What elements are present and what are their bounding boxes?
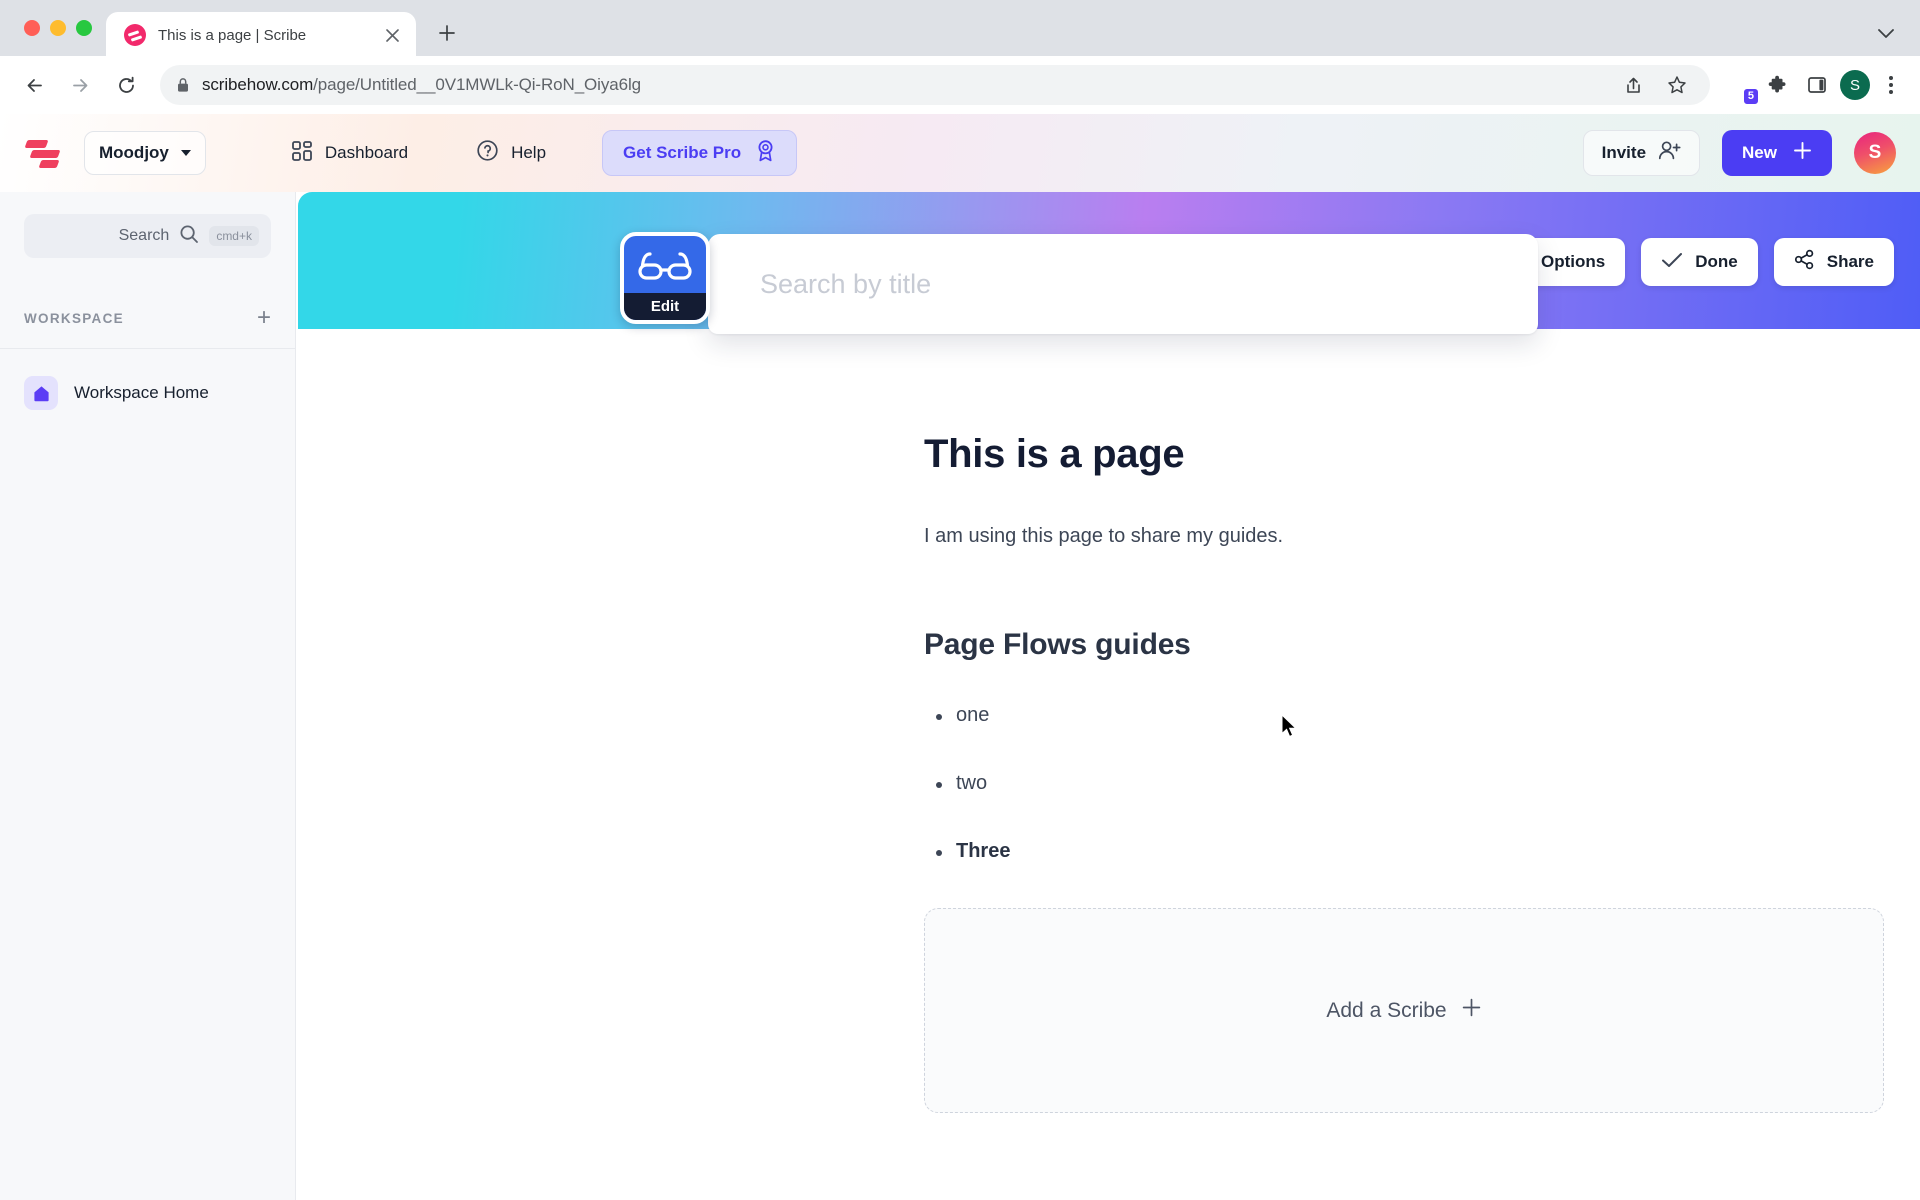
search-icon — [179, 224, 199, 249]
extension-badge-count: 5 — [1742, 88, 1759, 105]
edit-chip-label: Edit — [624, 293, 706, 320]
list-item[interactable]: two — [924, 772, 1920, 795]
banner-actions: Options Done Share — [1487, 238, 1894, 286]
get-scribe-pro-button[interactable]: Get Scribe Pro — [602, 130, 798, 176]
search-label: Search — [118, 227, 170, 244]
address-bar[interactable]: scribehow.com/page/Untitled__0V1MWLk-Qi-… — [160, 65, 1710, 105]
side-panel-icon[interactable] — [1800, 68, 1834, 102]
maximize-window-button[interactable] — [76, 20, 92, 36]
sidebar-divider — [0, 348, 295, 349]
search-input[interactable]: Search cmd+k — [24, 214, 271, 258]
user-avatar[interactable]: S — [1854, 132, 1896, 174]
get-scribe-pro-label: Get Scribe Pro — [623, 143, 742, 162]
add-a-scribe-dropzone[interactable]: Add a Scribe — [924, 908, 1884, 1113]
star-icon[interactable] — [1660, 68, 1694, 102]
invite-button[interactable]: Invite — [1582, 130, 1701, 176]
nav-dashboard-label: Dashboard — [324, 143, 409, 162]
url-path: /page/Untitled__0V1MWLk-Qi-RoN_Oiya6lg — [313, 75, 641, 94]
close-icon[interactable] — [380, 23, 404, 47]
workspace-switcher[interactable]: Moodjoy — [84, 131, 206, 175]
list-item[interactable]: one — [924, 704, 1920, 727]
new-tab-button[interactable] — [430, 16, 464, 50]
sidebar-item-label: Workspace Home — [74, 383, 209, 402]
nav-help-label: Help — [511, 143, 547, 162]
page-title[interactable]: This is a page — [924, 432, 1920, 477]
section-heading[interactable]: Page Flows guides — [924, 628, 1920, 662]
share-icon[interactable] — [1616, 68, 1650, 102]
minimize-window-button[interactable] — [50, 20, 66, 36]
browser-toolbar: scribehow.com/page/Untitled__0V1MWLk-Qi-… — [0, 56, 1920, 114]
ribbon-badge-icon — [755, 139, 776, 167]
reload-icon[interactable] — [106, 65, 146, 105]
plus-icon — [1793, 141, 1812, 165]
browser-profile-avatar[interactable]: S — [1840, 70, 1870, 100]
workspace-section-header: WORKSPACE + — [24, 306, 271, 330]
scribe-extension-icon[interactable]: 5 — [1724, 70, 1759, 105]
nav-help[interactable]: Help — [466, 131, 556, 175]
puzzle-icon[interactable] — [1760, 68, 1794, 102]
app-header: Moodjoy Dashboard Help Get Scribe Pro In… — [0, 114, 1920, 192]
sidebar: Search cmd+k WORKSPACE + Workspace Home — [0, 192, 296, 1200]
url-host: scribehow.com — [202, 75, 314, 94]
share-nodes-icon — [1794, 249, 1815, 275]
mouse-cursor — [1281, 713, 1299, 745]
scribe-favicon-icon — [124, 24, 146, 46]
chevron-down-icon — [180, 150, 191, 156]
app-body: Search cmd+k WORKSPACE + Workspace Home … — [0, 192, 1920, 1200]
forward-arrow-icon[interactable] — [60, 65, 100, 105]
edit-mode-chip[interactable]: Edit — [620, 232, 710, 324]
tab-title: This is a page | Scribe — [158, 26, 307, 44]
done-label: Done — [1695, 252, 1738, 271]
back-arrow-icon[interactable] — [14, 65, 54, 105]
search-shortcut-badge: cmd+k — [209, 226, 259, 246]
bullet-list: one two Three — [924, 704, 1920, 863]
document-wrapper: Edit Search by title This is a page I am… — [296, 232, 1920, 1113]
person-plus-icon — [1658, 140, 1681, 166]
done-button[interactable]: Done — [1641, 238, 1758, 286]
check-icon — [1661, 251, 1683, 274]
lock-icon — [176, 77, 190, 93]
tab-list-chevron-down-icon[interactable] — [1878, 26, 1894, 44]
plus-icon — [1461, 997, 1482, 1024]
browser-tab[interactable]: This is a page | Scribe — [106, 12, 416, 58]
window-controls — [16, 0, 106, 56]
home-icon — [24, 376, 58, 410]
add-a-scribe-label: Add a Scribe — [1326, 998, 1447, 1022]
grid-icon — [291, 140, 313, 167]
header-right-actions: Invite New S — [1582, 130, 1896, 176]
sidebar-item-workspace-home[interactable]: Workspace Home — [24, 369, 271, 417]
workspace-section-label: WORKSPACE — [24, 310, 124, 326]
omnibox-actions — [1616, 68, 1694, 102]
share-label: Share — [1826, 252, 1874, 271]
address-bar-url: scribehow.com/page/Untitled__0V1MWLk-Qi-… — [202, 75, 641, 95]
tab-strip: This is a page | Scribe — [0, 0, 1920, 58]
question-circle-icon — [476, 139, 499, 167]
list-item[interactable]: Three — [924, 840, 1920, 863]
workspace-name: Moodjoy — [99, 143, 169, 162]
kebab-menu-icon[interactable] — [1876, 68, 1906, 102]
new-button[interactable]: New — [1722, 130, 1832, 176]
close-window-button[interactable] — [24, 20, 40, 36]
title-search-field[interactable]: Search by title — [708, 234, 1538, 334]
glasses-icon — [638, 252, 692, 287]
scribe-logo-icon[interactable] — [24, 136, 66, 170]
browser-window: This is a page | Scribe scribehow.com/pa… — [0, 0, 1920, 1200]
document-body: This is a page I am using this page to s… — [296, 329, 1920, 1113]
add-workspace-item-button[interactable]: + — [257, 306, 271, 330]
nav-dashboard[interactable]: Dashboard — [281, 131, 418, 175]
page-content: Options Done Share Edit Search by title … — [296, 192, 1920, 1200]
scribe-app: Moodjoy Dashboard Help Get Scribe Pro In… — [0, 114, 1920, 1200]
new-label: New — [1742, 143, 1777, 162]
page-description[interactable]: I am using this page to share my guides. — [924, 525, 1920, 548]
options-label: Options — [1541, 252, 1606, 271]
invite-label: Invite — [1601, 143, 1647, 162]
share-button[interactable]: Share — [1773, 238, 1894, 286]
title-search-placeholder: Search by title — [760, 268, 932, 299]
